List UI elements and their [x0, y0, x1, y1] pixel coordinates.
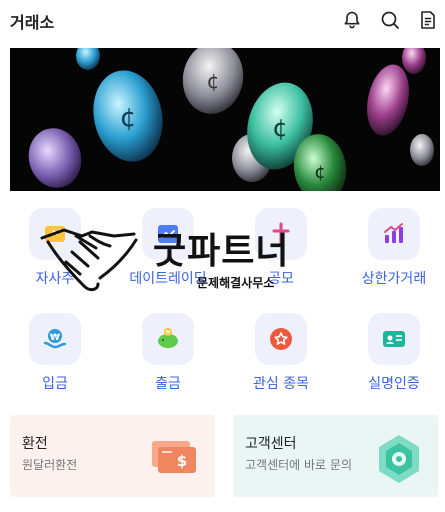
menu-item-label: 상한가거래: [361, 271, 427, 287]
menu-item-label: 입금: [42, 376, 68, 392]
menu-item-company-stock[interactable]: 자사주: [0, 208, 110, 288]
withdraw-piggy-icon: ₩: [142, 313, 194, 365]
header: 거래소: [0, 0, 445, 40]
menu-item-label: 출금: [155, 376, 181, 392]
menu-item-label: 자사주: [35, 271, 75, 287]
public-offering-icon: [255, 208, 307, 260]
support-card[interactable]: 고객센터 고객센터에 바로 문의: [233, 415, 438, 497]
support-card-title: 고객센터: [245, 436, 297, 452]
favorite-star-icon: [255, 313, 307, 365]
promo-banner[interactable]: ¢ ¢ ¢ ¢: [10, 48, 440, 191]
exchange-card-subtitle: 원달러환전: [22, 458, 78, 472]
page-title: 거래소: [10, 13, 55, 32]
search-icon[interactable]: [379, 9, 401, 31]
day-trading-icon: [142, 208, 194, 260]
menu-item-withdraw[interactable]: ₩ 출금: [113, 313, 223, 393]
company-stock-icon: [29, 208, 81, 260]
deposit-coin-icon: ₩: [29, 313, 81, 365]
menu-item-deposit[interactable]: ₩ 입금: [0, 313, 110, 393]
exchange-card-title: 환전: [22, 436, 48, 452]
svg-text:₩: ₩: [165, 330, 171, 337]
exchange-card[interactable]: 환전 원달러환전 $: [10, 415, 215, 497]
svg-text:¢: ¢: [207, 69, 220, 93]
svg-text:¢: ¢: [314, 162, 325, 183]
menu-item-day-trading[interactable]: 데이트레이딩: [113, 208, 223, 288]
svg-text:$: $: [177, 452, 187, 470]
document-icon[interactable]: [417, 9, 439, 31]
svg-text:¢: ¢: [120, 103, 137, 133]
menu-item-label: 관심 종목: [253, 376, 309, 392]
support-card-subtitle: 고객센터에 바로 문의: [245, 458, 352, 472]
headset-support-icon: [379, 435, 419, 483]
id-card-icon: [368, 313, 420, 365]
menu-item-id-verify[interactable]: 실명인증: [339, 313, 445, 393]
menu-item-public-offering[interactable]: 공모: [226, 208, 336, 288]
menu-item-favorites[interactable]: 관심 종목: [226, 313, 336, 393]
coins-banner-image: ¢ ¢ ¢ ¢: [10, 48, 440, 191]
banknote-icon: $: [152, 441, 196, 473]
bell-icon[interactable]: [341, 9, 363, 31]
menu-item-label: 데이트레이딩: [129, 271, 207, 287]
upper-limit-chart-icon: [368, 208, 420, 260]
menu-item-label: 공모: [268, 271, 294, 287]
menu-item-label: 실명인증: [368, 376, 420, 392]
svg-text:¢: ¢: [272, 114, 287, 142]
svg-text:₩: ₩: [50, 333, 60, 343]
menu-item-upper-limit[interactable]: 상한가거래: [339, 208, 445, 288]
